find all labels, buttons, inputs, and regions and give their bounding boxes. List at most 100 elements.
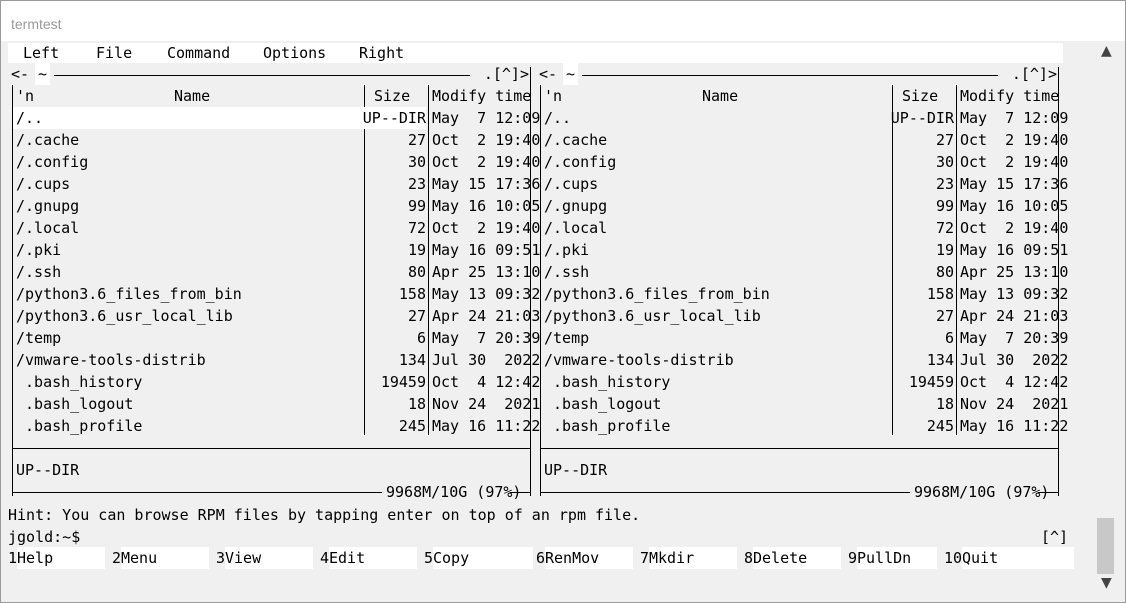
panel-divider: [12, 448, 530, 449]
file-size: 18: [935, 395, 954, 413]
file-size: 99: [407, 197, 426, 215]
column-header-sort[interactable]: 'n: [16, 85, 34, 107]
fkey-number: 8: [744, 549, 754, 567]
fkey-label: Edit: [329, 547, 417, 569]
file-name: /.pki: [16, 241, 62, 259]
fkey-number: 4: [320, 549, 330, 567]
file-size: 18: [407, 395, 426, 413]
file-row[interactable]: .bash_history 19459 Oct 4 12:42: [13, 371, 540, 393]
file-modify-time: Jul 30 2022: [432, 351, 541, 369]
file-row[interactable]: /.pki 19 May 16 09:51: [541, 239, 1068, 261]
scroll-thumb[interactable]: [1097, 518, 1114, 574]
panel-corner-left[interactable]: <-: [11, 63, 30, 85]
file-row[interactable]: /python3.6_usr_local_lib 27 Apr 24 21:03: [541, 305, 1068, 327]
file-modify-time: May 15 17:36: [960, 175, 1069, 193]
file-row[interactable]: /.cups 23 May 15 17:36: [13, 173, 540, 195]
column-header-name[interactable]: Name: [702, 85, 738, 107]
panel-path[interactable]: ~: [35, 63, 51, 85]
file-row[interactable]: .bash_profile 245 May 16 11:22: [541, 415, 1068, 437]
file-row[interactable]: /.cache 27 Oct 2 19:40: [13, 129, 540, 151]
file-modify-time: May 16 11:22: [432, 417, 541, 435]
fkey-number: 1: [8, 549, 18, 567]
file-size: 245: [926, 417, 954, 435]
file-row[interactable]: .bash_logout 18 Nov 24 2021: [541, 393, 1068, 415]
file-size: 19459: [380, 373, 426, 391]
file-row[interactable]: /python3.6_files_from_bin 158 May 13 09:32: [13, 283, 540, 305]
file-row[interactable]: /vmware-tools-distrib 134 Jul 30 2022: [541, 349, 1068, 371]
column-header-sort[interactable]: 'n: [544, 85, 562, 107]
file-row[interactable]: /.. UP--DIR May 7 12:09: [541, 107, 1068, 129]
file-row[interactable]: /temp 6 May 7 20:39: [541, 327, 1068, 349]
file-name: /vmware-tools-distrib: [544, 351, 734, 369]
file-size: 27: [407, 307, 426, 325]
file-name: /python3.6_usr_local_lib: [544, 307, 761, 325]
file-size: 30: [407, 153, 426, 171]
window-title: termtest: [11, 16, 62, 32]
fkey-label: Copy: [433, 547, 533, 569]
file-modify-time: Jul 30 2022: [960, 351, 1069, 369]
fkey-label: PullDn: [857, 547, 937, 569]
file-row[interactable]: /python3.6_usr_local_lib 27 Apr 24 21:03: [13, 305, 540, 327]
file-row[interactable]: /.. UP--DIR May 7 12:09: [13, 107, 540, 129]
file-row[interactable]: /.cups 23 May 15 17:36: [541, 173, 1068, 195]
fkey-label: Quit: [962, 547, 1074, 569]
file-row[interactable]: /.local 72 Oct 2 19:40: [13, 217, 540, 239]
file-row[interactable]: .bash_logout 18 Nov 24 2021: [13, 393, 540, 415]
column-header-time[interactable]: Modify time: [432, 85, 531, 107]
panel-corner-right[interactable]: .[^]>: [483, 63, 529, 85]
file-row[interactable]: /temp 6 May 7 20:39: [13, 327, 540, 349]
file-row[interactable]: /.gnupg 99 May 16 10:05: [13, 195, 540, 217]
vertical-scrollbar[interactable]: ▲ ▼: [1093, 41, 1125, 601]
file-name: /.local: [16, 219, 80, 237]
column-header-size[interactable]: Size: [374, 85, 410, 107]
fkey-number: 9: [848, 549, 858, 567]
file-size: 72: [935, 219, 954, 237]
fkey-number: 5: [424, 549, 434, 567]
file-modify-time: Oct 2 19:40: [960, 219, 1069, 237]
file-name: /vmware-tools-distrib: [16, 351, 206, 369]
file-modify-time: Oct 2 19:40: [432, 153, 541, 171]
file-name: .bash_history: [544, 373, 671, 391]
file-row[interactable]: /.gnupg 99 May 16 10:05: [541, 195, 1068, 217]
file-modify-time: Oct 2 19:40: [960, 153, 1069, 171]
column-header-name[interactable]: Name: [174, 85, 210, 107]
prompt-history-button[interactable]: [^]: [1041, 526, 1068, 548]
file-row[interactable]: /.config 30 Oct 2 19:40: [13, 151, 540, 173]
file-row[interactable]: /.pki 19 May 16 09:51: [13, 239, 540, 261]
file-row[interactable]: .bash_profile 245 May 16 11:22: [13, 415, 540, 437]
file-size: 30: [935, 153, 954, 171]
panel-corner-right[interactable]: .[^]>: [1011, 63, 1057, 85]
column-header-size[interactable]: Size: [902, 85, 938, 107]
file-name: /..: [544, 109, 572, 127]
right-panel[interactable]: <- ~ .[^]> 'n Name Size Modify time /.. UP--DIR M…: [536, 41, 1068, 501]
file-name: /.pki: [544, 241, 590, 259]
file-size: UP--DIR: [890, 109, 954, 127]
file-row[interactable]: /python3.6_files_from_bin 158 May 13 09:32: [541, 283, 1068, 305]
file-size: 134: [398, 351, 426, 369]
fkey-number: 2: [112, 549, 122, 567]
file-row[interactable]: /.config 30 Oct 2 19:40: [541, 151, 1068, 173]
file-size: 80: [407, 263, 426, 281]
disk-usage: 9968M/10G (97%): [914, 483, 1050, 501]
file-modify-time: Oct 4 12:42: [432, 373, 541, 391]
left-panel[interactable]: <- ~ .[^]> 'n Name Size Modify time /.. UP--DIR M…: [8, 41, 540, 501]
column-header-time[interactable]: Modify time: [960, 85, 1059, 107]
scroll-down-icon[interactable]: ▼: [1101, 575, 1112, 591]
file-name: /python3.6_files_from_bin: [16, 285, 242, 303]
scroll-up-icon[interactable]: ▲: [1101, 43, 1112, 59]
file-row[interactable]: /vmware-tools-distrib 134 Jul 30 2022: [13, 349, 540, 371]
file-row[interactable]: .bash_history 19459 Oct 4 12:42: [541, 371, 1068, 393]
file-row[interactable]: /.local 72 Oct 2 19:40: [541, 217, 1068, 239]
file-name: /.gnupg: [544, 197, 608, 215]
fkey-label: Menu: [121, 547, 209, 569]
file-size: 158: [926, 285, 954, 303]
file-row[interactable]: /.cache 27 Oct 2 19:40: [541, 129, 1068, 151]
file-row[interactable]: /.ssh 80 Apr 25 13:10: [13, 261, 540, 283]
terminal-area[interactable]: Left File Command Options Right <- ~ .[^]>…: [1, 41, 1093, 601]
file-name: /.ssh: [544, 263, 590, 281]
shell-prompt[interactable]: jgold:~$: [8, 526, 80, 548]
panel-path[interactable]: ~: [563, 63, 579, 85]
panel-corner-left[interactable]: <-: [539, 63, 558, 85]
file-modify-time: May 7 12:09: [432, 109, 541, 127]
file-row[interactable]: /.ssh 80 Apr 25 13:10: [541, 261, 1068, 283]
